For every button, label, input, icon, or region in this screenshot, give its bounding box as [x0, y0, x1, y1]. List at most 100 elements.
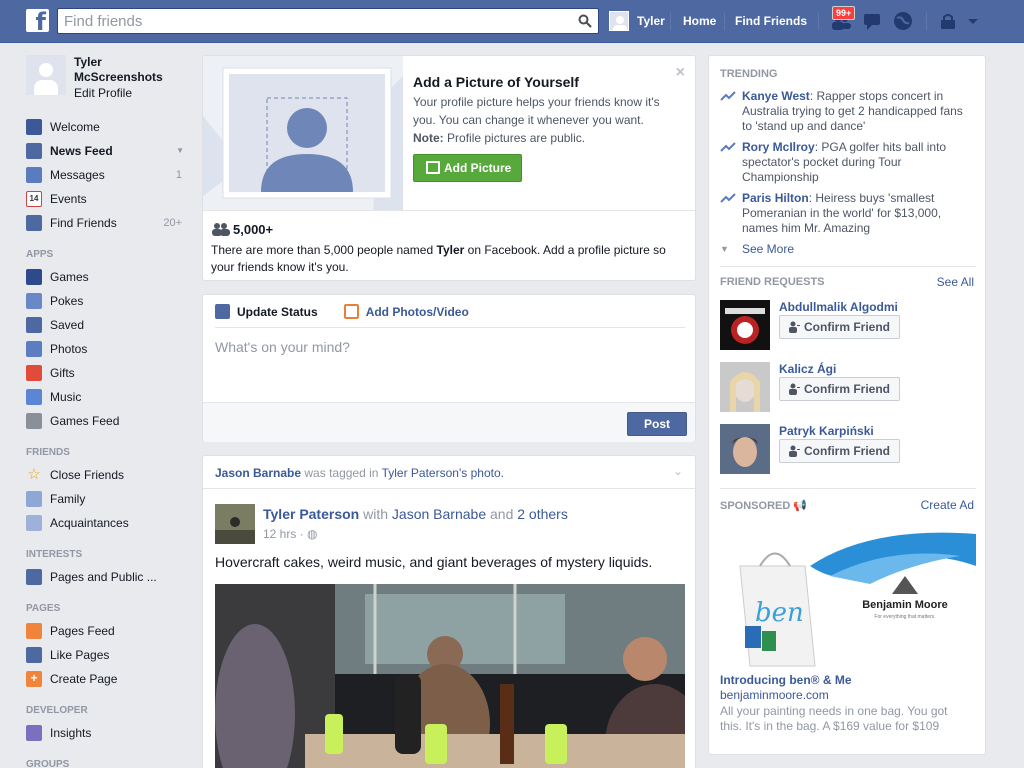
add-picture-card: Add a Picture of Yourself Your profile p… [202, 55, 696, 281]
name-count-info: There are more than 5,000 people named T… [211, 243, 666, 274]
tagged-user-link[interactable]: Jason Barnabe [215, 466, 301, 480]
sidebar-item-pokes[interactable]: Pokes [26, 289, 192, 313]
globe-icon[interactable] [892, 10, 914, 32]
requester-name[interactable]: Abdullmalik Algodmi [779, 300, 898, 314]
sidebar-item-like-pages[interactable]: Like Pages [26, 643, 192, 667]
ad-url[interactable]: benjaminmoore.com [720, 688, 829, 702]
chevron-down-icon[interactable]: ⌄ [673, 464, 683, 478]
friends-header: FRIENDS [26, 447, 70, 458]
sidebar-item-games[interactable]: Games [26, 265, 192, 289]
friend-requests-header: FRIEND REQUESTS [720, 276, 825, 288]
sidebar-item-messages[interactable]: Messages 1 [26, 163, 192, 187]
interests-header: INTERESTS [26, 549, 83, 560]
sidebar-item-music[interactable]: Music [26, 385, 192, 409]
sidebar-item-insights[interactable]: Insights [26, 721, 192, 745]
sidebar-item-events[interactable]: 14 Events [26, 187, 192, 211]
sidebar-item-gifts[interactable]: Gifts [26, 361, 192, 385]
nav-user-name: Tyler [637, 14, 665, 28]
trending-icon [720, 142, 736, 152]
profile-name[interactable]: Tyler McScreenshots [74, 55, 184, 85]
facebook-logo-icon[interactable]: f [26, 9, 49, 32]
sidebar-item-pages-public[interactable]: Pages and Public ... [26, 565, 192, 589]
search-input[interactable] [58, 9, 558, 33]
search-icon[interactable] [578, 14, 592, 28]
story-time[interactable]: 12 hrs · ◍ [263, 527, 318, 541]
author-link[interactable]: Tyler Paterson [263, 506, 359, 522]
add-picture-button[interactable]: Add Picture [413, 154, 522, 182]
divider [720, 266, 976, 267]
nav-divider [818, 12, 819, 30]
pages-nav: Pages Feed Like Pages + Create Page [26, 619, 192, 691]
sidebar-item-acquaintances[interactable]: Acquaintances [26, 511, 192, 535]
sidebar-item-photos[interactable]: Photos [26, 337, 192, 361]
add-friend-icon [789, 321, 800, 333]
people-icon [26, 515, 42, 531]
photo-icon [426, 161, 440, 174]
edit-profile-link[interactable]: Edit Profile [74, 86, 132, 100]
profile-avatar[interactable] [26, 55, 66, 95]
requester-avatar[interactable] [720, 424, 770, 474]
pencil-icon [215, 304, 230, 319]
find-friends-link[interactable]: Find Friends [735, 14, 807, 28]
sidebar-item-close-friends[interactable]: ☆ Close Friends [26, 463, 192, 487]
ad-image[interactable]: ben Benjamin Moore For everything that m… [720, 526, 976, 676]
star-icon: ☆ [27, 466, 41, 483]
requester-name[interactable]: Kalicz Ági [779, 362, 836, 376]
requester-avatar[interactable] [720, 362, 770, 412]
see-more-link[interactable]: ▼ See More [720, 242, 975, 257]
see-all-link[interactable]: See All [937, 275, 974, 289]
notification-badge: 99+ [832, 6, 856, 20]
sidebar-item-news-feed[interactable]: News Feed ▼ [26, 139, 192, 163]
tab-update-status[interactable]: Update Status [215, 304, 318, 326]
divider [215, 327, 685, 328]
developer-header: DEVELOPER [26, 705, 88, 716]
privacy-lock-icon[interactable] [938, 10, 958, 32]
sidebar-item-games-feed[interactable]: Games Feed [26, 409, 192, 433]
trending-icon [720, 91, 736, 101]
photo-owner-link[interactable]: Tyler Paterson's [382, 466, 468, 480]
apps-nav: Games Pokes Saved Photos Gifts Music Gam… [26, 265, 192, 433]
create-ad-link[interactable]: Create Ad [921, 498, 974, 512]
chevron-down-icon[interactable] [966, 10, 980, 32]
find-friends-count: 20+ [163, 217, 182, 229]
messages-icon [26, 167, 42, 183]
with-friend-link[interactable]: Jason Barnabe [392, 506, 486, 522]
trending-item[interactable]: Rory McIlroy: PGA golfer hits ball into … [720, 140, 975, 185]
home-link[interactable]: Home [683, 14, 716, 28]
chevron-down-icon[interactable]: ▼ [176, 139, 184, 163]
others-link[interactable]: 2 others [517, 506, 568, 522]
people-icon [212, 223, 230, 236]
status-input[interactable] [215, 339, 675, 389]
post-button[interactable]: Post [627, 412, 687, 436]
sidebar-item-pages-feed[interactable]: Pages Feed [26, 619, 192, 643]
sidebar-item-welcome[interactable]: Welcome [26, 115, 192, 139]
home-icon [26, 491, 42, 507]
author-avatar[interactable] [215, 504, 255, 544]
story-photo[interactable] [215, 584, 685, 768]
nav-divider [670, 12, 671, 30]
add-picture-title: Add a Picture of Yourself [413, 74, 579, 90]
apps-header: APPS [26, 249, 54, 260]
sidebar-item-saved[interactable]: Saved [26, 313, 192, 337]
ad-description: All your painting needs in one bag. You … [720, 704, 948, 733]
requester-name[interactable]: Patryk Karpiński [779, 424, 874, 438]
photo-link[interactable]: photo. [471, 466, 504, 480]
trending-item[interactable]: Paris Hilton: Heiress buys 'smallest Pom… [720, 191, 975, 236]
confirm-friend-button[interactable]: Confirm Friend [779, 377, 900, 401]
nav-divider [724, 12, 725, 30]
sidebar-item-family[interactable]: Family [26, 487, 192, 511]
sidebar-item-find-friends[interactable]: Find Friends 20+ [26, 211, 192, 235]
requester-avatar[interactable] [720, 300, 770, 350]
divider [203, 488, 695, 489]
tab-add-photos[interactable]: Add Photos/Video [343, 304, 469, 326]
trending-header: TRENDING [720, 68, 778, 80]
confirm-friend-button[interactable]: Confirm Friend [779, 315, 900, 339]
trending-item[interactable]: Kanye West: Rapper stops concert in Aust… [720, 89, 975, 134]
messages-icon[interactable] [861, 10, 883, 32]
globe-icon: ◍ [307, 527, 318, 541]
ad-title[interactable]: Introducing ben® & Me [720, 673, 852, 687]
nav-profile-link[interactable]: Tyler [609, 10, 665, 32]
close-icon[interactable]: × [676, 64, 685, 82]
confirm-friend-button[interactable]: Confirm Friend [779, 439, 900, 463]
sidebar-item-create-page[interactable]: + Create Page [26, 667, 192, 691]
